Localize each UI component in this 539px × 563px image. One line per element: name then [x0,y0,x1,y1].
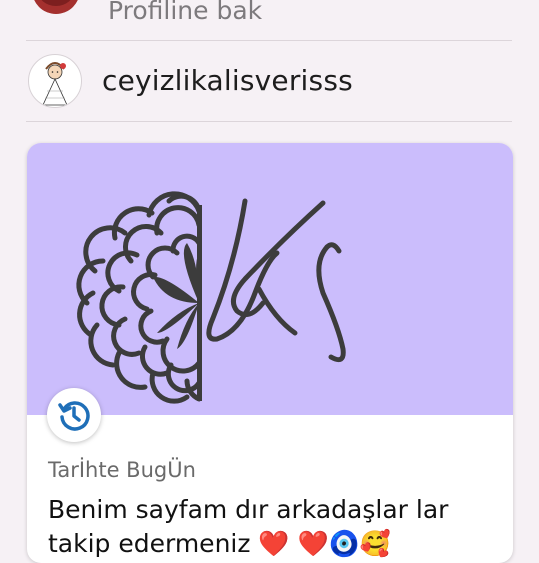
profile-link-row[interactable]: Profiline bak [26,0,512,41]
card-text: Benim sayfam dır arkadaşlar lar takip ed… [48,493,498,561]
avatar [32,0,80,14]
card-image [27,143,513,415]
memory-card[interactable]: Tarİhte BugÜn Benim sayfam dır arkadaşla… [27,143,513,563]
card-text-line-2: takip edermeniz ❤️ ❤️🧿🥰 [48,529,391,558]
profile-link-label: Profiline bak [108,0,263,25]
account-row[interactable]: ceyizlikalisverisss [26,40,512,122]
ks-logo-icon [76,191,346,404]
history-button[interactable] [47,388,101,442]
card-label: Tarİhte BugÜn [48,458,196,482]
history-clock-icon [58,401,90,431]
card-text-line-1: Benim sayfam dır arkadaşlar lar [48,495,449,524]
username[interactable]: ceyizlikalisverisss [102,64,353,97]
bride-avatar-icon[interactable] [28,54,82,108]
